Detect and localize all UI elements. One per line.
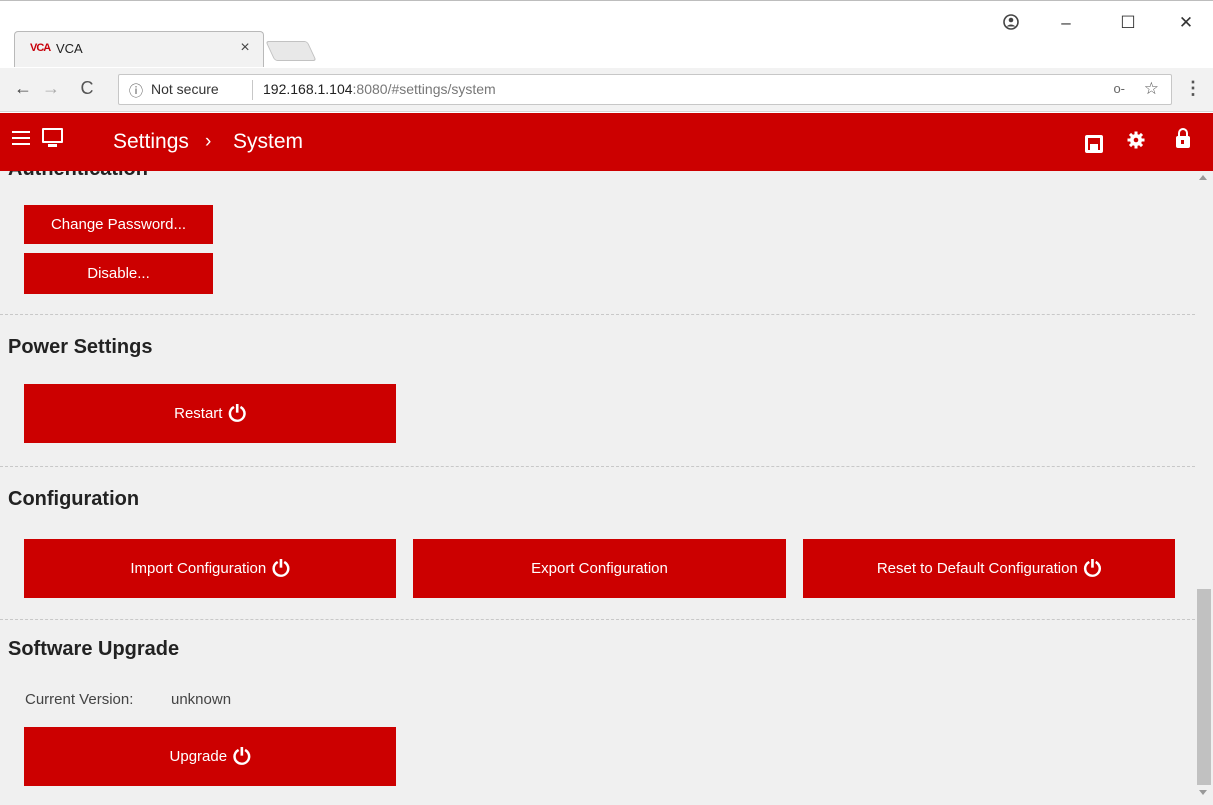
export-configuration-label: Export Configuration: [531, 560, 668, 577]
browser-menu-icon[interactable]: ⋮: [1183, 78, 1203, 99]
import-configuration-button[interactable]: Import Configuration ⏻: [24, 539, 396, 598]
new-tab-button[interactable]: [265, 41, 317, 61]
import-configuration-label: Import Configuration: [130, 560, 267, 577]
power-icon: ⏻: [233, 743, 251, 769]
address-separator: [252, 80, 253, 100]
change-password-button[interactable]: Change Password...: [24, 205, 213, 244]
vca-favicon-icon: VCA: [30, 42, 51, 54]
section-divider: [0, 619, 1195, 620]
software-upgrade-heading: Software Upgrade: [8, 638, 180, 660]
breadcrumb-settings[interactable]: Settings: [113, 130, 189, 154]
profile-icon[interactable]: [996, 14, 1026, 35]
breadcrumb-system: System: [233, 130, 304, 153]
section-divider: [0, 466, 1195, 467]
url-host: 192.168.1.104: [263, 81, 353, 97]
power-settings-heading: Power Settings: [8, 336, 153, 358]
lock-icon[interactable]: [1176, 128, 1190, 148]
browser-tabstrip: VCA VCA × – ☐ ✕: [0, 0, 1213, 68]
restart-button[interactable]: Restart ⏻: [24, 384, 396, 443]
upgrade-button[interactable]: Upgrade ⏻: [24, 727, 396, 786]
minimize-icon[interactable]: –: [1051, 13, 1081, 33]
maximize-icon[interactable]: ☐: [1113, 13, 1143, 33]
address-bar[interactable]: ⓘ Not secure 192.168.1.104:8080/#setting…: [118, 74, 1172, 105]
reload-icon[interactable]: C: [76, 78, 98, 99]
export-configuration-button[interactable]: Export Configuration: [413, 539, 786, 598]
url-text[interactable]: 192.168.1.104:8080/#settings/system: [263, 81, 496, 97]
change-password-label: Change Password...: [50, 216, 187, 233]
reset-configuration-label: Reset to Default Configuration: [876, 560, 1078, 577]
authentication-heading: Authentication: [8, 171, 148, 181]
tab-close-icon[interactable]: ×: [236, 39, 254, 57]
key-icon[interactable]: o‑: [1113, 81, 1125, 96]
tab-title: VCA: [56, 41, 83, 56]
info-icon[interactable]: ⓘ: [129, 81, 143, 101]
back-arrow-icon[interactable]: ←: [12, 78, 34, 99]
browser-tab[interactable]: VCA VCA ×: [14, 31, 264, 67]
forward-arrow-icon[interactable]: →: [40, 78, 62, 99]
current-version-value: unknown: [171, 691, 232, 708]
browser-toolbar: ← → C ⓘ Not secure 192.168.1.104:8080/#s…: [0, 68, 1213, 112]
breadcrumb-separator: ›: [205, 131, 212, 152]
upgrade-label: Upgrade: [169, 748, 228, 765]
section-divider: [0, 314, 1195, 315]
disable-label: Disable...: [87, 265, 150, 282]
app-header: Settings › System: [0, 113, 1213, 171]
bookmark-star-icon[interactable]: ☆: [1144, 79, 1159, 99]
window-close-icon[interactable]: ✕: [1171, 13, 1201, 33]
hamburger-menu-icon[interactable]: [12, 131, 30, 153]
scrollbar-thumb[interactable]: [1197, 589, 1211, 785]
scroll-down-arrow-icon[interactable]: [1199, 790, 1207, 795]
settings-content: Authentication Change Password... Disabl…: [0, 171, 1195, 805]
gear-icon[interactable]: [1124, 130, 1148, 156]
disable-authentication-button[interactable]: Disable...: [24, 253, 213, 294]
url-path: :8080/#settings/system: [352, 81, 496, 97]
scroll-up-arrow-icon[interactable]: [1199, 175, 1207, 180]
configuration-heading: Configuration: [8, 488, 140, 510]
power-icon: ⏻: [228, 400, 246, 426]
power-icon: ⏻: [272, 555, 290, 581]
power-icon: ⏻: [1083, 555, 1102, 581]
page-scrollbar[interactable]: [1195, 171, 1213, 805]
reset-default-configuration-button[interactable]: Reset to Default Configuration ⏻: [803, 539, 1175, 598]
current-version-label: Current Version:: [25, 691, 134, 708]
security-label[interactable]: Not secure: [151, 81, 219, 97]
save-icon[interactable]: [1085, 135, 1103, 153]
restart-label: Restart: [174, 405, 223, 422]
monitor-icon[interactable]: [42, 128, 66, 154]
